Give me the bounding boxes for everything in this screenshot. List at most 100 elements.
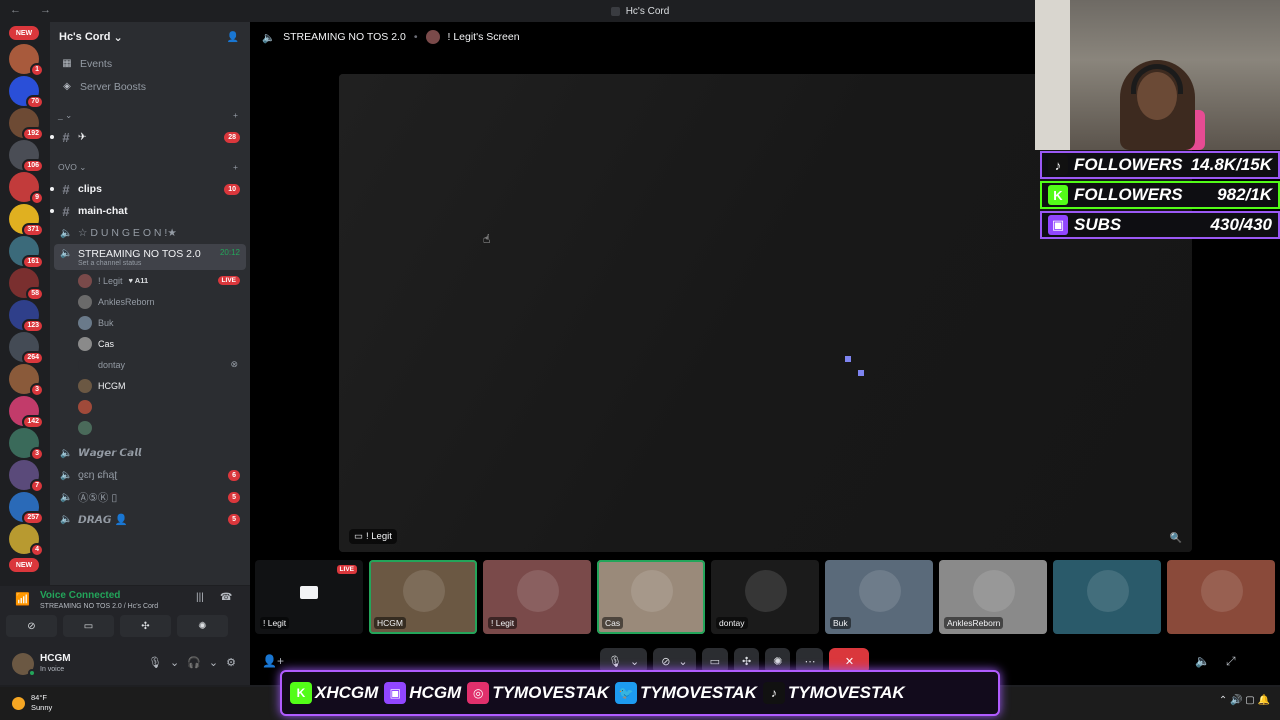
avatar	[78, 378, 92, 393]
server-icon[interactable]: 1	[9, 44, 44, 77]
goal-label: ▣ SUBS	[1048, 215, 1121, 235]
category-ovo[interactable]: OVO ⌄ +	[50, 156, 250, 178]
voice-user-list: ! Legit ♥ A11 LIVE AnklesReborn Buk Cas dontay…	[50, 270, 250, 438]
volume-icon[interactable]: 🔈	[1195, 654, 1210, 668]
voice-user[interactable]	[50, 417, 250, 438]
category-1[interactable]: _ ⌄ +	[50, 104, 250, 126]
goal-value: 982/1K	[1217, 185, 1272, 204]
new-badge-bottom[interactable]: NEW	[9, 558, 39, 572]
voice-user-name: AnklesReborn	[98, 296, 155, 307]
server-icon[interactable]: 142	[9, 396, 44, 429]
voice-user[interactable]: Cas	[50, 333, 250, 354]
leave-icon: ✕	[844, 655, 855, 668]
voice-user[interactable]	[50, 396, 250, 417]
participant-tile[interactable]: Buk	[825, 560, 933, 634]
social-handle: ▣ HCGM	[384, 682, 461, 704]
more-icon: ⋯	[804, 655, 816, 668]
server-icon[interactable]: 371	[9, 204, 44, 237]
server-icon[interactable]: 106	[9, 140, 44, 173]
mention-badge: 5	[228, 491, 240, 503]
server-icon[interactable]: 3	[9, 364, 44, 397]
user-name[interactable]: HCGM	[40, 653, 71, 664]
add-channel-icon[interactable]: +	[233, 162, 238, 172]
invite-icon[interactable]: 👤	[226, 30, 240, 44]
signal-icon[interactable]: 📶	[15, 592, 30, 606]
voice-location[interactable]: STREAMING NO TOS 2.0 / Hc's Cord	[40, 603, 158, 610]
disconnect-icon[interactable]: ☎	[220, 592, 232, 603]
mic-icon: 🎙	[608, 655, 622, 668]
voice-user[interactable]: HCGM	[50, 375, 250, 396]
server-icon[interactable]: 9	[9, 172, 44, 205]
server-boosts-row[interactable]: ◈ Server Boosts	[50, 75, 250, 98]
server-rail: NEW 1 70 192 106 9 371 161 58 123 264 3 142 3 7 257 4 N…	[0, 22, 50, 587]
voice-channel[interactable]: 🔈 𝙒𝙖𝙜𝙚𝙧 𝘾𝙖𝙡𝙡	[54, 442, 246, 464]
server-icon[interactable]: 264	[9, 332, 44, 365]
noise-suppression-icon[interactable]: |||	[196, 592, 204, 603]
zoom-icon[interactable]: 🔍	[1170, 533, 1182, 544]
participant-tile[interactable]: ! Legit	[483, 560, 591, 634]
gear-icon[interactable]: ⚙	[226, 656, 236, 669]
headphones-icon[interactable]: 🎧	[187, 656, 201, 669]
voice-channel[interactable]: 🔈 𝘿𝙍𝘼𝙂 👤 5	[54, 508, 246, 530]
mic-icon[interactable]: 🎙	[148, 656, 162, 669]
server-icon[interactable]: 70	[9, 76, 44, 109]
participant-tile[interactable]	[1053, 560, 1161, 634]
participant-tile[interactable]: LIVE ! Legit	[255, 560, 363, 634]
guild-name-text: Hc's Cord	[59, 31, 111, 43]
xbox-icon: ⊗	[230, 359, 238, 369]
soundboard-button[interactable]: ✺	[177, 615, 228, 637]
channel-status[interactable]: Set a channel status	[78, 260, 141, 267]
server-icon	[610, 6, 620, 16]
camera-off-button[interactable]: ⊘	[6, 615, 57, 637]
server-icon[interactable]: 257	[9, 492, 44, 525]
channel-streaming-no-tos[interactable]: 🔈 STREAMING NO TOS 2.0 20:12 Set a chann…	[54, 244, 246, 270]
avatar	[517, 570, 559, 612]
online-status-icon	[28, 669, 36, 677]
system-tray[interactable]: ⌃ 🔊 ▢ 🔔	[1219, 695, 1270, 706]
server-icon[interactable]: 161	[9, 236, 44, 269]
live-badge: LIVE	[336, 565, 357, 574]
chevron-down-icon[interactable]: ⌄	[170, 656, 179, 669]
server-icon[interactable]: 58	[9, 268, 44, 301]
invite-user-icon[interactable]: 👤+	[262, 654, 284, 668]
participant-tile[interactable]: AnklesReborn	[939, 560, 1047, 634]
participant-tile[interactable]	[1167, 560, 1275, 634]
voice-channel[interactable]: 🔈 ƍɛŋ ɕɦąʈ 6	[54, 464, 246, 486]
chevron-down-icon[interactable]: ⌄	[209, 656, 218, 669]
participant-tile[interactable]: dontay	[711, 560, 819, 634]
channel-dungeon[interactable]: 🔈 ☆ D U N G E O N !★	[54, 222, 246, 244]
voice-channel-label: 𝘿𝙍𝘼𝙂 👤	[78, 513, 128, 526]
condition: Sunny	[31, 703, 53, 712]
popout-icon[interactable]: ⤢	[1226, 654, 1236, 669]
server-icon[interactable]: 192	[9, 108, 44, 141]
weather-widget[interactable]: 84°F Sunny	[12, 693, 52, 713]
nav-arrows[interactable]: ← →	[10, 4, 59, 16]
voice-user[interactable]: Buk	[50, 312, 250, 333]
speaker-icon: 🔈	[60, 248, 73, 259]
voice-user[interactable]: ! Legit ♥ A11 LIVE	[50, 270, 250, 291]
guild-name[interactable]: Hc's Cord ⌄	[59, 31, 123, 44]
webcam-overlay	[1035, 0, 1280, 150]
server-icon[interactable]: 4	[9, 524, 44, 557]
server-icon[interactable]: 3	[9, 428, 44, 461]
channel-clips[interactable]: # clips 10	[50, 178, 246, 200]
channel-main-chat[interactable]: # main-chat	[50, 200, 246, 222]
new-badge-top[interactable]: NEW	[9, 26, 39, 40]
social-handle-text: XHCGM	[315, 683, 379, 702]
social-handle-text: TYMOVESTAK	[640, 683, 757, 702]
social-handles-banner: K XHCGM ▣ HCGM ◎ TYMOVESTAK 🐦 TYMOVESTAK ♪ TYMOVE…	[280, 670, 1000, 716]
server-icon[interactable]: 123	[9, 300, 44, 333]
participant-tile[interactable]: HCGM	[369, 560, 477, 634]
activities-button[interactable]: ✣	[120, 615, 171, 637]
events-row[interactable]: ▦ Events	[50, 52, 250, 75]
server-icon[interactable]: 7	[9, 460, 44, 493]
share-screen-button[interactable]: ▭	[63, 615, 114, 637]
voice-channel[interactable]: 🔈 Ⓐ⑤Ⓚ ▯ 5	[54, 486, 246, 508]
participant-tile[interactable]: Cas	[597, 560, 705, 634]
channel-plane[interactable]: # ✈ 28	[50, 126, 246, 148]
add-channel-icon[interactable]: +	[233, 110, 238, 120]
avatar	[78, 420, 92, 435]
guild-header[interactable]: Hc's Cord ⌄ 👤	[50, 22, 250, 52]
voice-user[interactable]: dontay ⊗	[50, 354, 250, 375]
voice-user[interactable]: AnklesReborn	[50, 291, 250, 312]
